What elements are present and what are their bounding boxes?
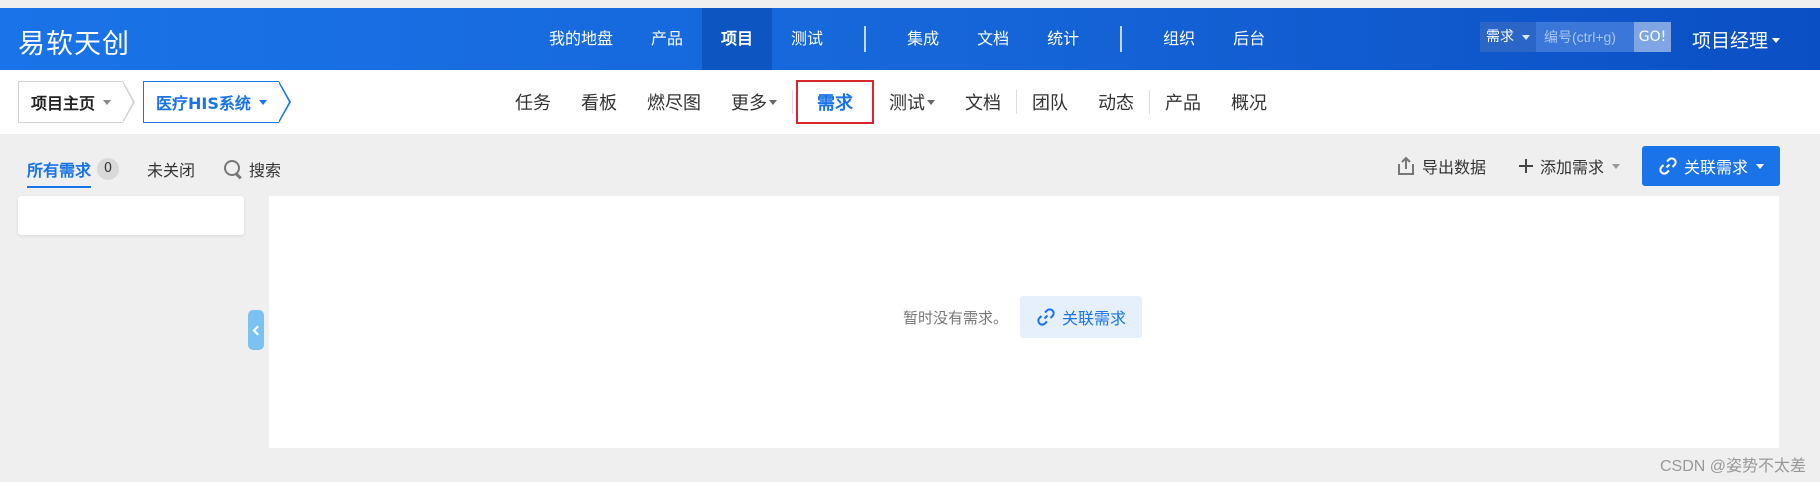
quick-search: 需求 GO! [1480,22,1671,52]
breadcrumb-home[interactable]: 项目主页 [18,81,124,123]
caret-down-icon [927,100,935,109]
tab-tasks-label: 任务 [515,93,551,114]
main-nav-stats[interactable]: 统计 [1028,8,1098,70]
tab-kanban[interactable]: 看板 [566,89,632,115]
brand-logo[interactable]: 易软天创 [18,22,130,61]
filter-all-label: 所有需求 [27,161,92,180]
sub-header: 项目主页 医疗HIS系统 任务 看板 燃尽图 更多 需求 测试 文档 团队 动态… [0,70,1820,134]
caret-down-icon [1756,164,1764,173]
breadcrumb-home-label: 项目主页 [31,94,96,113]
search-icon [223,159,243,179]
tab-more-label: 更多 [731,93,767,114]
action-toolbar: 导出数据 添加需求 关联需求 [1363,146,1780,186]
breadcrumb-separator [277,81,291,123]
main-nav-my-space[interactable]: 我的地盘 [530,8,632,70]
main-nav-org[interactable]: 组织 [1144,8,1214,70]
chevron-left-icon [252,325,263,335]
main-nav-doc[interactable]: 文档 [958,8,1028,70]
search-type-select[interactable]: 需求 [1480,22,1536,52]
empty-link-story-label: 关联需求 [1062,309,1127,328]
count-badge: 0 [97,158,120,180]
tab-stories-label: 需求 [817,93,853,114]
project-nav: 任务 看板 燃尽图 更多 需求 测试 文档 团队 动态 产品 概况 [500,70,1282,134]
user-menu[interactable]: 项目经理 [1692,26,1781,53]
add-story-button[interactable]: 添加需求 [1518,154,1620,178]
tab-more[interactable]: 更多 [716,89,792,115]
search-input[interactable] [1536,22,1634,52]
tab-docs[interactable]: 文档 [950,89,1016,115]
nav-divider [1120,26,1123,52]
caret-down-icon [1522,35,1530,44]
search-type-label: 需求 [1486,29,1514,45]
top-header: 易软天创 我的地盘 产品 项目 测试 集成 文档 统计 组织 后台 需求 GO!… [0,8,1820,70]
sidebar-toggle[interactable] [248,310,264,350]
tab-team[interactable]: 团队 [1017,89,1083,115]
main-nav: 我的地盘 产品 项目 测试 集成 文档 统计 组织 后台 [530,8,1284,70]
tab-burndown-label: 燃尽图 [647,93,701,114]
tab-team-label: 团队 [1032,93,1068,114]
link-icon [1658,156,1678,176]
caret-down-icon [1772,37,1781,47]
nav-divider [864,26,867,52]
go-button[interactable]: GO! [1634,22,1671,52]
plus-icon [1518,158,1534,174]
empty-state: 暂时没有需求。 关联需求 [903,296,1143,338]
main-nav-integration[interactable]: 集成 [888,8,958,70]
search-label: 搜索 [249,161,282,180]
link-icon [1036,307,1056,327]
module-tree-panel [18,196,244,235]
empty-message: 暂时没有需求。 [903,308,1009,327]
tab-dynamic[interactable]: 动态 [1083,89,1149,115]
tab-overview-label: 概况 [1231,93,1267,114]
main-nav-test[interactable]: 测试 [772,8,842,70]
filter-all-stories[interactable]: 所有需求 0 [27,152,120,188]
tab-tasks[interactable]: 任务 [500,89,566,115]
filter-tabs: 所有需求 0 未关闭 搜索 [27,152,309,188]
search-toggle[interactable]: 搜索 [223,152,281,186]
tab-dynamic-label: 动态 [1098,93,1134,114]
add-story-label: 添加需求 [1539,158,1604,177]
tab-test-label: 测试 [889,93,925,114]
main-nav-admin[interactable]: 后台 [1214,8,1284,70]
caret-down-icon [769,100,777,109]
caret-down-icon [103,100,112,109]
caret-down-icon [258,100,267,109]
watermark: CSDN @姿势不太差 [1659,458,1806,475]
tab-test[interactable]: 测试 [874,89,950,115]
main-nav-product[interactable]: 产品 [632,8,702,70]
breadcrumb-project-label: 医疗HIS系统 [156,94,251,113]
tab-stories[interactable]: 需求 [796,80,874,124]
user-role: 项目经理 [1692,30,1769,52]
main-nav-project[interactable]: 项目 [702,8,773,70]
tab-kanban-label: 看板 [581,93,617,114]
export-button[interactable]: 导出数据 [1395,154,1486,178]
tab-docs-label: 文档 [965,93,1001,114]
tab-overview[interactable]: 概况 [1216,89,1282,115]
link-story-button[interactable]: 关联需求 [1641,146,1780,186]
filter-unclosed-label: 未关闭 [147,161,196,180]
tab-burndown[interactable]: 燃尽图 [632,89,716,115]
breadcrumb-separator [122,81,136,123]
tab-product-label: 产品 [1165,93,1201,114]
breadcrumb-project[interactable]: 医疗HIS系统 [143,81,279,123]
breadcrumb: 项目主页 医疗HIS系统 [18,81,291,123]
tab-product[interactable]: 产品 [1150,89,1216,115]
export-icon [1395,155,1417,177]
nav-divider [792,90,793,114]
link-story-label: 关联需求 [1683,158,1748,177]
export-label: 导出数据 [1421,158,1486,177]
empty-link-story-button[interactable]: 关联需求 [1020,296,1143,338]
filter-unclosed[interactable]: 未关闭 [147,152,195,186]
caret-down-icon [1611,164,1620,173]
